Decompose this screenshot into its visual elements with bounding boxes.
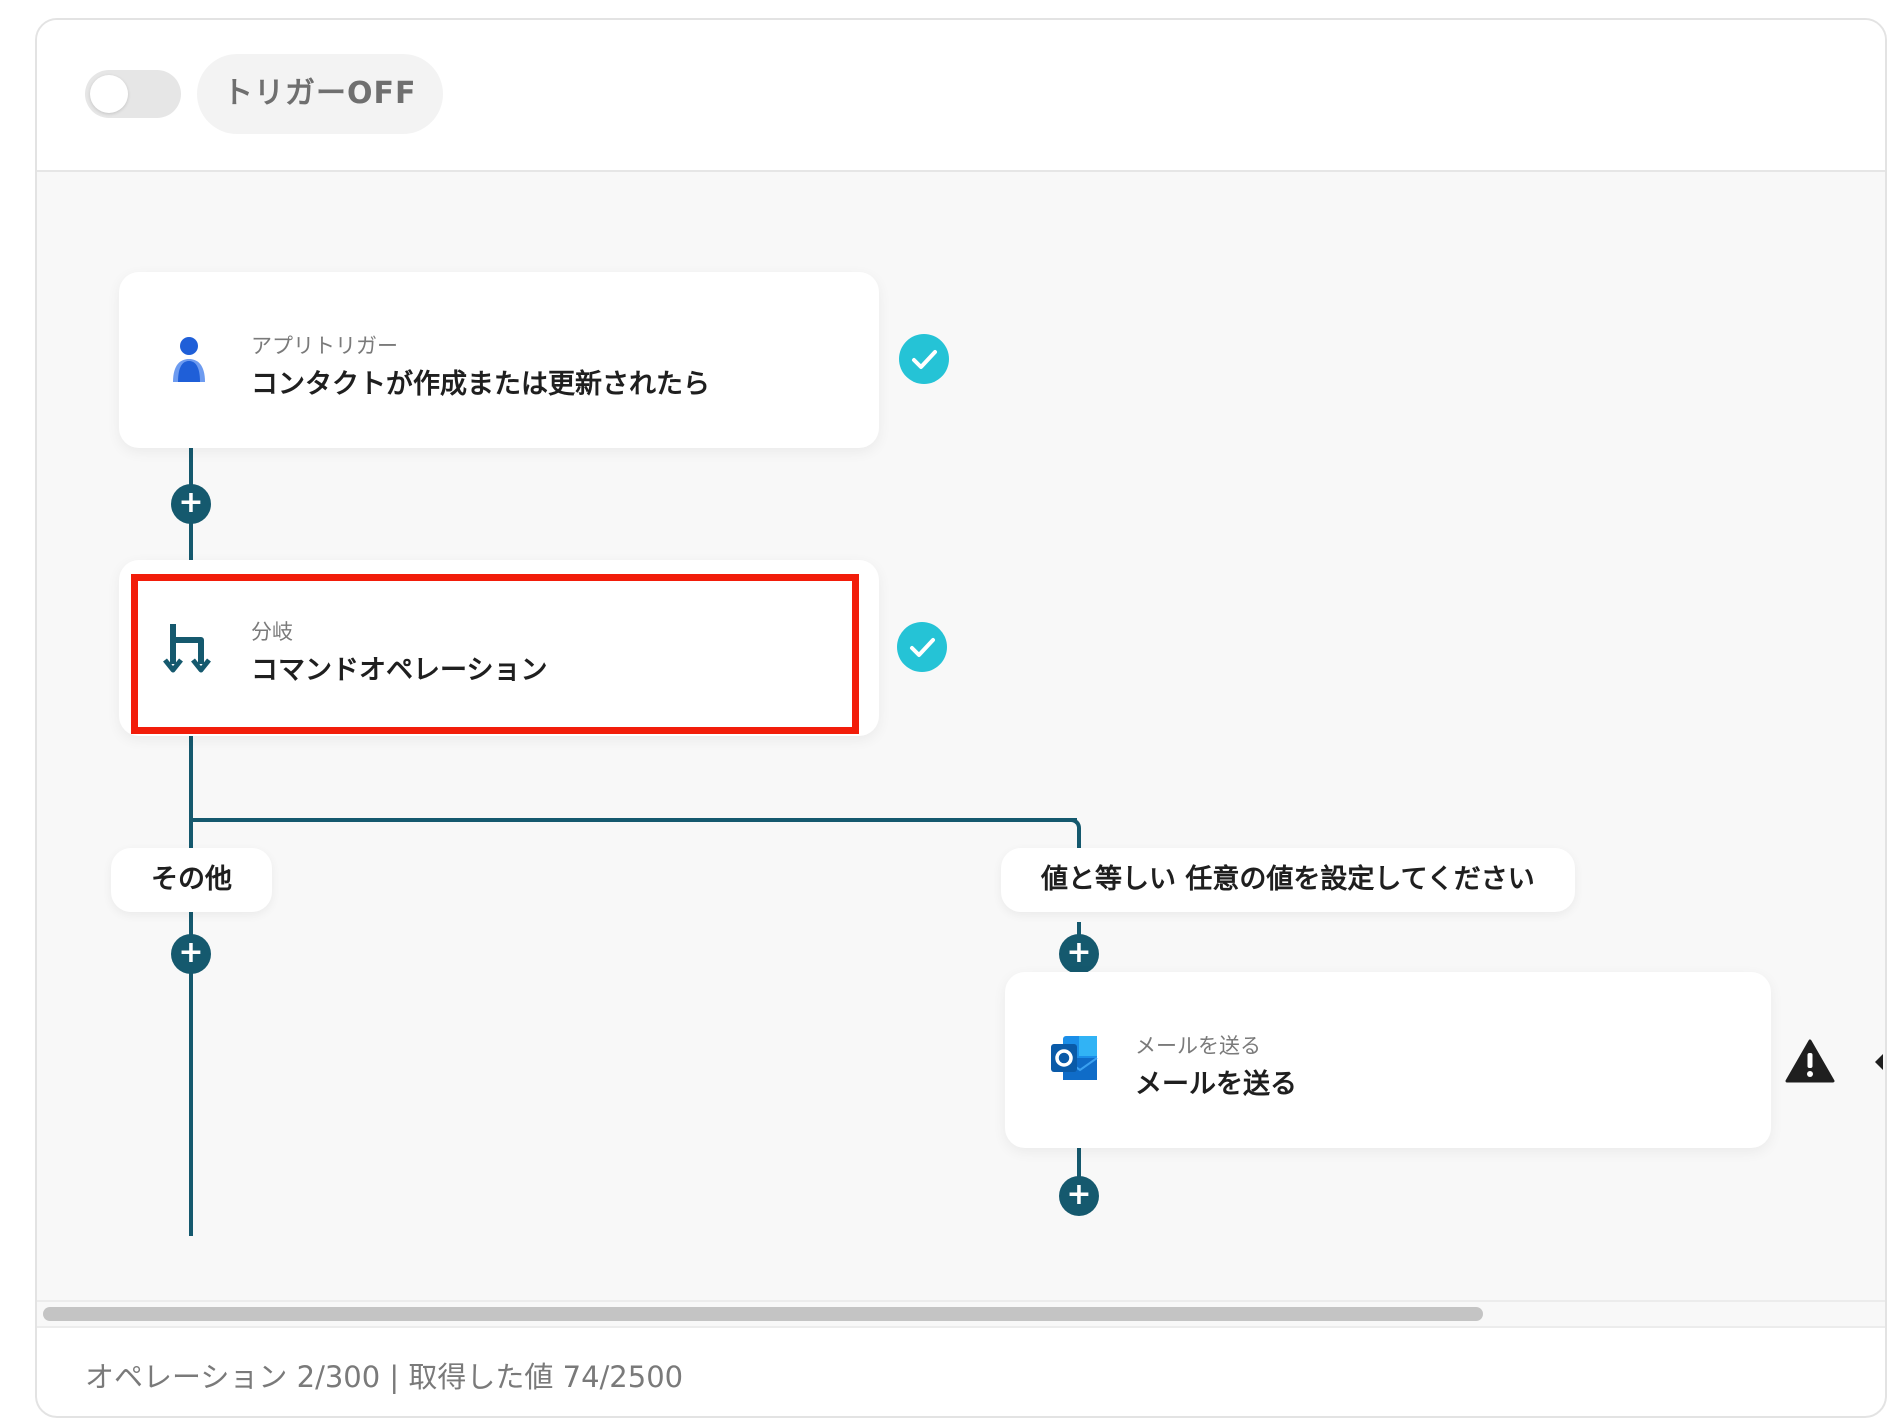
workflow-editor-frame: トリガーOFF アプリトリガー コンタクトが作成または更新されたら + 分岐 コ… [35,18,1887,1418]
check-icon [897,622,947,672]
toggle-knob [90,75,128,113]
person-icon [167,334,211,384]
trigger-toggle[interactable] [85,70,181,118]
trigger-status-label: トリガーOFF [197,54,443,134]
connector-line [189,728,193,1236]
check-icon [899,334,949,384]
add-step-button[interactable]: + [1059,934,1099,974]
card-title: コンタクトが作成または更新されたら [251,369,710,400]
trigger-card[interactable]: アプリトリガー コンタクトが作成または更新されたら [119,272,879,448]
collapse-arrow-icon[interactable] [1873,1052,1885,1072]
add-step-button[interactable]: + [171,484,211,524]
card-type-label: メールを送る [1135,1034,1261,1058]
scrollbar-thumb[interactable] [43,1307,1483,1321]
flow-canvas[interactable]: アプリトリガー コンタクトが作成または更新されたら + 分岐 コマンドオペレーシ… [37,172,1885,1300]
connector-line [189,818,1077,822]
top-bar: トリガーOFF [37,20,1885,172]
warning-icon [1785,1038,1835,1084]
highlight-box [131,574,859,734]
outlook-icon [1049,1034,1101,1084]
mail-card[interactable]: メールを送る メールを送る [1005,972,1771,1148]
branch-label-other[interactable]: その他 [111,848,272,912]
card-type-label: アプリトリガー [251,334,398,358]
horizontal-scrollbar[interactable] [37,1300,1885,1328]
usage-status: オペレーション 2/300 | 取得した値 74/2500 [85,1360,684,1394]
card-title: メールを送る [1135,1069,1297,1100]
branch-label-condition[interactable]: 値と等しい 任意の値を設定してください [1001,848,1575,912]
add-step-button[interactable]: + [1059,1176,1099,1216]
add-step-button[interactable]: + [171,934,211,974]
